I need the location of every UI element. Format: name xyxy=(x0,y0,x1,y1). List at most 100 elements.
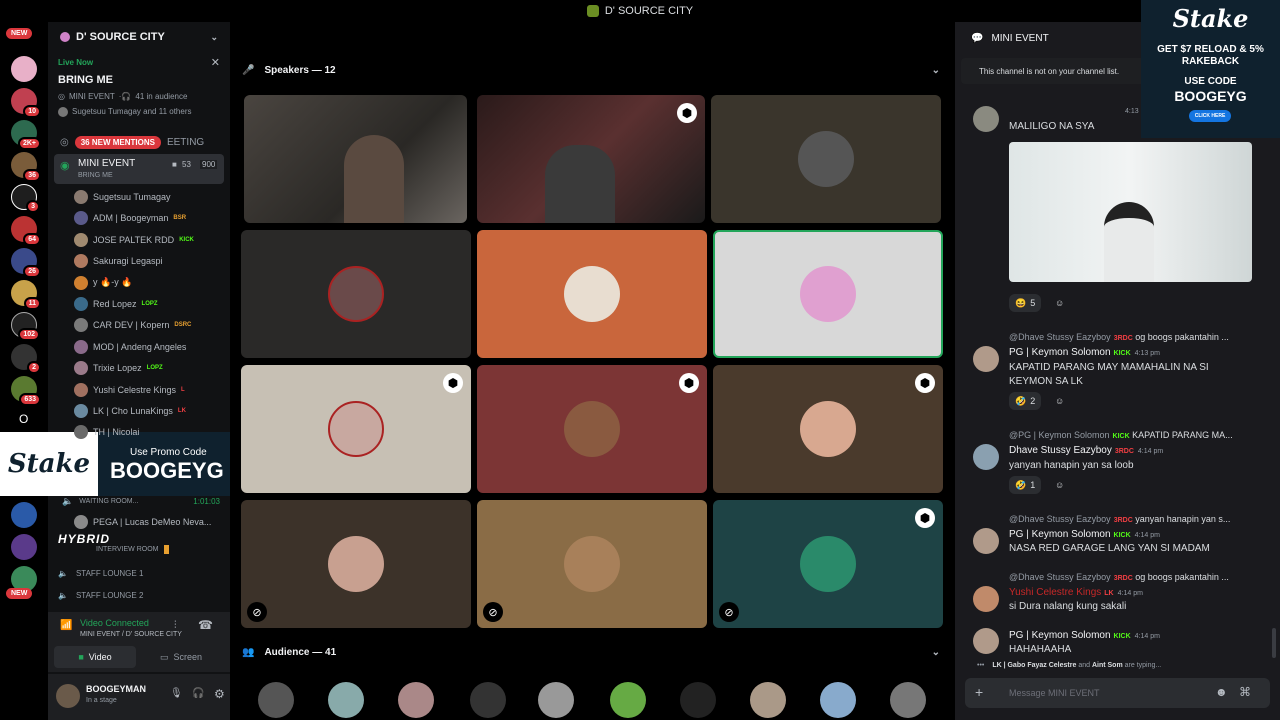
voice-user[interactable]: PEGA | Lucas DeMeo Neva... xyxy=(74,512,211,532)
message-author[interactable]: Yushi Celestre Kings LK 4:14 pm xyxy=(1009,587,1143,598)
server-letter[interactable]: O xyxy=(19,412,28,426)
add-reaction-button[interactable]: ☺ xyxy=(1049,294,1070,312)
audience-avatar[interactable] xyxy=(890,682,926,718)
speaker-tile-active[interactable] xyxy=(713,230,943,358)
avatar[interactable] xyxy=(56,684,80,708)
speaker-tile[interactable] xyxy=(477,230,707,358)
video-button[interactable]: ■ Video xyxy=(54,646,136,668)
emoji-icon[interactable]: ☻ xyxy=(1215,685,1228,699)
message-author[interactable]: PG | Keymon Solomon KICK 4:14 pm xyxy=(1009,630,1160,641)
avatar[interactable] xyxy=(973,444,999,470)
speaker-tile[interactable]: ⬢ xyxy=(241,365,471,493)
chevron-down-icon[interactable]: ⌄ xyxy=(932,647,940,658)
audience-avatar[interactable] xyxy=(470,682,506,718)
gamepad-icon[interactable]: ⌘ xyxy=(1239,685,1251,699)
screen-button[interactable]: ▭ Screen xyxy=(140,646,222,668)
speaker-tile[interactable]: ⬢ ⊘ xyxy=(713,500,943,628)
live-card[interactable]: Live Now ✕ BRING ME ◎ MINI EVENT ·🎧 41 i… xyxy=(54,54,224,124)
speaker-tile-video[interactable]: ⬢ xyxy=(477,95,705,223)
message-author[interactable]: PG | Keymon Solomon KICK 4:13 pm xyxy=(1009,347,1160,358)
audience-avatar[interactable] xyxy=(398,682,434,718)
server-icon[interactable]: 633 xyxy=(11,376,41,406)
add-reaction-button[interactable]: ☺ xyxy=(1049,476,1070,494)
message-author[interactable]: PG | Keymon Solomon KICK 4:14 pm xyxy=(1009,529,1160,540)
channel-meeting[interactable]: ◎ 36 NEW MENTIONS EETING xyxy=(48,132,230,152)
speaker-tile[interactable]: ⊘ xyxy=(477,500,707,628)
message-input-box[interactable]: + Message MINI EVENT ☻ ⌘ xyxy=(965,678,1270,708)
channel-staff-lounge-2[interactable]: 🔈 STAFF LOUNGE 2 xyxy=(48,588,230,602)
voice-user[interactable]: Yushi Celestre Kings L xyxy=(74,380,185,400)
channel-staff-lounge-1[interactable]: 🔈 STAFF LOUNGE 1 xyxy=(48,566,230,580)
speaker-tile-video[interactable] xyxy=(244,95,467,223)
voice-user[interactable]: Trixie Lopez LOPZ xyxy=(74,358,163,378)
voice-user[interactable]: CAR DEV | Kopern DSRC xyxy=(74,315,191,335)
avatar[interactable] xyxy=(973,346,999,372)
reaction-button[interactable]: 🤣 1 xyxy=(1009,476,1042,494)
stake-ad-banner[interactable]: Stake GET $7 RELOAD & 5% RAKEBACK USE CO… xyxy=(1141,0,1280,138)
audience-header[interactable]: 👥 Audience — 41 ⌄ xyxy=(242,644,942,660)
reply-reference[interactable]: @PG | Keymon Solomon KICK KAPATID PARANG … xyxy=(1009,430,1233,440)
voice-user[interactable]: Sugetsuu Tumagay xyxy=(74,187,171,207)
server-icon[interactable]: 64 xyxy=(11,216,41,246)
server-icon[interactable]: 26 xyxy=(11,248,41,278)
message-author[interactable]: Dhave Stussy Eazyboy 3RDC 4:14 pm xyxy=(1009,445,1163,456)
plus-icon[interactable]: + xyxy=(975,684,983,700)
server-icon[interactable] xyxy=(11,502,37,528)
reply-reference[interactable]: @Dhave Stussy Eazyboy 3RDC yanyan hanapin… xyxy=(1009,514,1230,524)
channel-mini-event[interactable]: ◉ MINI EVENT BRING ME ■ 53 900 xyxy=(54,154,224,184)
ad-cta-button[interactable]: CLICK HERE xyxy=(1189,110,1231,122)
mentions-pill[interactable]: 36 NEW MENTIONS xyxy=(74,135,161,149)
message-image[interactable] xyxy=(1009,142,1252,282)
avatar[interactable] xyxy=(973,628,999,654)
channel-waiting-room[interactable]: 🔈 WAITING ROOM... 1:01:03 xyxy=(48,494,230,508)
server-icon[interactable]: 11 xyxy=(11,280,41,310)
reply-reference[interactable]: @Dhave Stussy Eazyboy 3RDC og boogs pakan… xyxy=(1009,332,1229,342)
server-icon[interactable]: 102 xyxy=(11,312,40,341)
avatar[interactable] xyxy=(973,106,999,132)
server-icon[interactable]: 2K+ xyxy=(11,120,41,150)
server-icon[interactable] xyxy=(11,56,37,82)
voice-user[interactable]: LK | Cho LunaKings LK xyxy=(74,401,186,421)
audience-avatar[interactable] xyxy=(680,682,716,718)
voice-user[interactable]: TH | Nicolai xyxy=(74,422,139,442)
server-icon[interactable]: 10 xyxy=(11,88,41,118)
voice-user[interactable]: y 🔥-y 🔥 xyxy=(74,273,132,293)
message-input[interactable]: Message MINI EVENT xyxy=(1009,688,1100,698)
server-header[interactable]: D' SOURCE CITY ⌄ xyxy=(48,22,230,52)
audience-avatar[interactable] xyxy=(820,682,856,718)
server-icon[interactable]: 36 xyxy=(11,152,41,182)
add-reaction-button[interactable]: ☺ xyxy=(1049,392,1070,410)
voice-user[interactable]: JOSE PALTEK RDD KICK xyxy=(74,230,194,250)
voice-user[interactable]: ADM | Boogeyman BSR xyxy=(74,208,186,228)
speaker-tile[interactable] xyxy=(241,230,471,358)
reaction-button[interactable]: 😆 5 xyxy=(1009,294,1042,312)
speaker-tile[interactable]: ⬢ xyxy=(713,365,943,493)
noise-icon[interactable]: ⫶ xyxy=(174,620,177,631)
voice-user[interactable]: Red Lopez LOPZ xyxy=(74,294,158,314)
speaker-tile[interactable] xyxy=(711,95,941,223)
server-icon[interactable] xyxy=(11,534,37,560)
reply-reference[interactable]: @Dhave Stussy Eazyboy 3RDC og boogs pakan… xyxy=(1009,572,1229,582)
audience-avatar[interactable] xyxy=(610,682,646,718)
voice-user[interactable]: MOD | Andeng Angeles xyxy=(74,337,186,357)
scrollbar[interactable] xyxy=(1272,628,1276,658)
chevron-down-icon[interactable]: ⌄ xyxy=(932,65,940,76)
microphone-icon[interactable]: 🎙 xyxy=(170,688,183,699)
disconnect-icon[interactable]: ☎ xyxy=(198,618,213,632)
audience-avatar[interactable] xyxy=(538,682,574,718)
avatar[interactable] xyxy=(973,528,999,554)
server-icon[interactable]: 2 xyxy=(11,344,41,374)
gear-icon[interactable]: ⚙ xyxy=(214,687,225,701)
speaker-tile[interactable]: ⬢ xyxy=(477,365,707,493)
server-icon[interactable]: 3 xyxy=(11,184,40,213)
audience-avatar[interactable] xyxy=(258,682,294,718)
headphones-icon[interactable]: 🎧 xyxy=(192,688,204,699)
avatar[interactable] xyxy=(973,586,999,612)
voice-user[interactable]: Sakuragi Legaspi xyxy=(74,251,163,271)
reaction-button[interactable]: 🤣 2 xyxy=(1009,392,1042,410)
audience-avatar[interactable] xyxy=(328,682,364,718)
audience-avatar[interactable] xyxy=(750,682,786,718)
speaker-tile[interactable]: ⊘ xyxy=(241,500,471,628)
speakers-header[interactable]: 🎤 Speakers — 12 ⌄ xyxy=(242,62,942,78)
close-icon[interactable]: ✕ xyxy=(211,56,220,69)
